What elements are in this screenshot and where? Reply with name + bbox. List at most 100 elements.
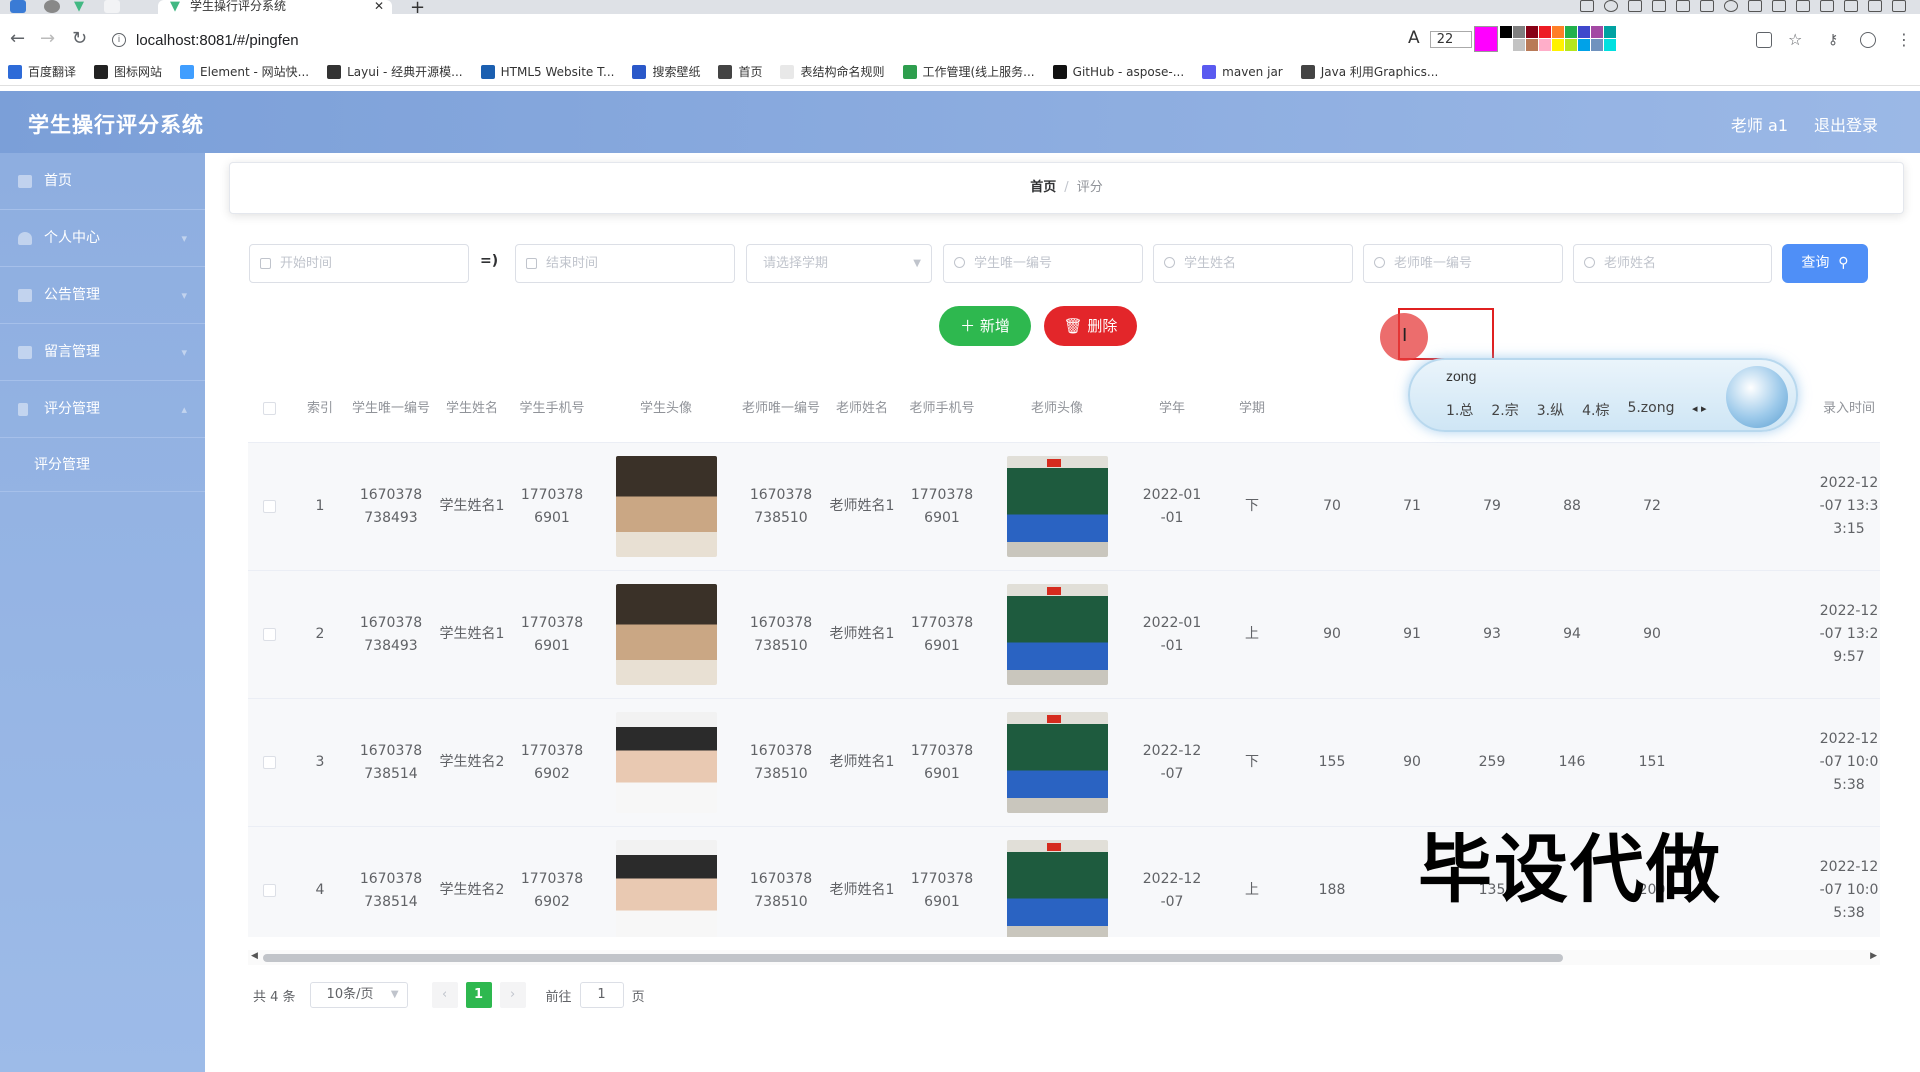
cut-tool-icon[interactable] <box>1772 0 1786 12</box>
bookmark-item[interactable]: 首页 <box>718 63 762 80</box>
palette-swatch[interactable] <box>1578 39 1590 51</box>
bookmark-item[interactable]: 表结构命名规则 <box>780 63 885 80</box>
goto-page-input[interactable]: 1 <box>579 982 624 1008</box>
student-avatar[interactable] <box>615 712 717 813</box>
student-avatar[interactable] <box>615 584 717 685</box>
copy-tool-icon[interactable] <box>1796 0 1810 12</box>
ime-candidate[interactable]: 5.zong <box>1627 400 1674 420</box>
browser-logo-icon[interactable] <box>44 0 60 13</box>
row-select[interactable] <box>248 699 290 826</box>
palette-swatch[interactable] <box>1539 39 1551 51</box>
prev-page-button[interactable]: ‹ <box>431 982 458 1008</box>
bookmark-item[interactable]: Element - 网站快... <box>180 63 309 80</box>
ime-candidate[interactable]: 3.纵 <box>1537 400 1564 420</box>
delete-button[interactable]: 🗑 删除 <box>1044 306 1137 346</box>
scroll-right-icon[interactable]: ▶ <box>1870 951 1877 961</box>
password-key-icon[interactable]: ⚷ <box>1828 32 1844 48</box>
ime-candidate[interactable]: 2.宗 <box>1491 400 1518 420</box>
reload-icon[interactable]: ↻ <box>72 28 87 49</box>
palette-swatch[interactable] <box>1500 39 1512 51</box>
tab-active[interactable]: ▼ 学生操行评分系统 ✕ <box>158 0 392 14</box>
end-time-picker[interactable]: 结束时间 <box>515 244 735 283</box>
sidebar-item-profile[interactable]: 个人中心 ▾ <box>0 210 205 267</box>
palette-swatch[interactable] <box>1552 39 1564 51</box>
breadcrumb-home[interactable]: 首页 <box>1030 180 1056 195</box>
rect-tool-icon[interactable] <box>1580 0 1594 12</box>
forward-arrow-icon[interactable]: → <box>40 28 55 49</box>
table-row[interactable]: 2 1670378738493 学生姓名1 17703786901 1670378738… <box>248 571 1880 699</box>
checkbox[interactable] <box>262 756 276 769</box>
sidebar-item-messages[interactable]: 留言管理 ▾ <box>0 324 205 381</box>
horizontal-scrollbar[interactable]: ◀ ▶ <box>248 950 1880 965</box>
palette-swatch[interactable] <box>1513 39 1525 51</box>
ime-page-arrows-icon[interactable]: ◂ ▸ <box>1692 402 1707 415</box>
checkbox[interactable] <box>262 500 276 513</box>
ime-candidate[interactable]: 4.棕 <box>1582 400 1609 420</box>
logout-link[interactable]: 退出登录 <box>1814 112 1878 136</box>
vue-tab-icon[interactable]: ▼ <box>74 0 90 13</box>
bookmark-item[interactable]: Java 利用Graphics... <box>1300 63 1438 80</box>
teacher-name-input[interactable]: 老师姓名 <box>1573 244 1772 283</box>
palette-swatch[interactable] <box>1565 39 1577 51</box>
palette-swatch[interactable] <box>1591 26 1603 38</box>
sidebar-item-home[interactable]: 首页 <box>0 153 205 210</box>
close-tool-icon[interactable] <box>1868 0 1882 12</box>
palette-swatch[interactable] <box>1591 39 1603 51</box>
checkbox[interactable] <box>262 402 276 415</box>
start-time-picker[interactable]: 开始时间 <box>249 244 469 283</box>
tab-close-icon[interactable]: ✕ <box>374 0 384 13</box>
browser-menu-icon[interactable]: ⋮ <box>1896 32 1912 48</box>
number-tool-icon[interactable] <box>1724 0 1738 12</box>
arrow-tool-icon[interactable] <box>1628 0 1642 12</box>
blank-tab-icon[interactable] <box>104 0 120 13</box>
palette-swatch[interactable] <box>1604 39 1616 51</box>
student-name-input[interactable]: 学生姓名 <box>1153 244 1353 283</box>
bookmark-item[interactable]: GitHub - aspose-... <box>1052 64 1184 79</box>
page-number-button[interactable]: 1 <box>465 982 492 1008</box>
row-select[interactable] <box>248 827 290 937</box>
teacher-avatar[interactable] <box>1006 840 1108 937</box>
palette-swatch[interactable] <box>1552 26 1564 38</box>
teacher-avatar[interactable] <box>1006 456 1108 557</box>
semester-select[interactable]: 请选择学期 ▼ <box>746 244 932 283</box>
bookmark-item[interactable]: 搜索壁纸 <box>632 63 700 80</box>
bookmark-item[interactable]: 工作管理(线上服务... <box>902 63 1035 80</box>
site-info-icon[interactable]: i <box>112 33 126 47</box>
done-tool-icon[interactable] <box>1892 0 1906 12</box>
palette-swatch[interactable] <box>1513 26 1525 38</box>
palette-swatch[interactable] <box>1578 26 1590 38</box>
table-row[interactable]: 1 1670378738493 学生姓名1 17703786901 1670378738… <box>248 443 1880 571</box>
mosaic-tool-icon[interactable] <box>1676 0 1690 12</box>
student-id-input[interactable]: 学生唯一编号 <box>943 244 1143 283</box>
app-launcher-icon[interactable] <box>10 0 26 13</box>
pen-tool-icon[interactable] <box>1652 0 1666 12</box>
row-select[interactable] <box>248 571 290 698</box>
current-color-swatch[interactable] <box>1474 26 1498 52</box>
palette-swatch[interactable] <box>1604 26 1616 38</box>
teacher-avatar[interactable] <box>1006 712 1108 813</box>
student-avatar[interactable] <box>615 840 717 937</box>
font-size-control[interactable]: A 22 <box>1408 28 1473 48</box>
pin-tool-icon[interactable] <box>1820 0 1834 12</box>
next-page-button[interactable]: › <box>499 982 526 1008</box>
scrollbar-thumb[interactable] <box>263 954 1563 962</box>
sidebar-item-scoring[interactable]: 评分管理 ▴ <box>0 381 205 438</box>
student-avatar[interactable] <box>615 456 717 557</box>
query-button[interactable]: 查询 ⚲ <box>1782 244 1868 283</box>
scroll-left-icon[interactable]: ◀ <box>251 951 258 961</box>
page-size-select[interactable]: 10条/页 ▼ <box>309 982 408 1008</box>
save-tool-icon[interactable] <box>1844 0 1858 12</box>
checkbox[interactable] <box>262 884 276 897</box>
header-select-all[interactable] <box>248 375 290 442</box>
palette-swatch[interactable] <box>1500 26 1512 38</box>
row-select[interactable] <box>248 443 290 570</box>
palette-swatch[interactable] <box>1565 26 1577 38</box>
undo-tool-icon[interactable] <box>1748 0 1762 12</box>
teacher-avatar[interactable] <box>1006 584 1108 685</box>
sidebar-item-announcements[interactable]: 公告管理 ▾ <box>0 267 205 324</box>
checkbox[interactable] <box>262 628 276 641</box>
bookmark-item[interactable]: maven jar <box>1202 64 1283 79</box>
bookmark-item[interactable]: Layui - 经典开源模... <box>327 63 463 80</box>
text-tool-icon[interactable] <box>1700 0 1714 12</box>
bookmark-star-icon[interactable]: ☆ <box>1788 32 1804 48</box>
